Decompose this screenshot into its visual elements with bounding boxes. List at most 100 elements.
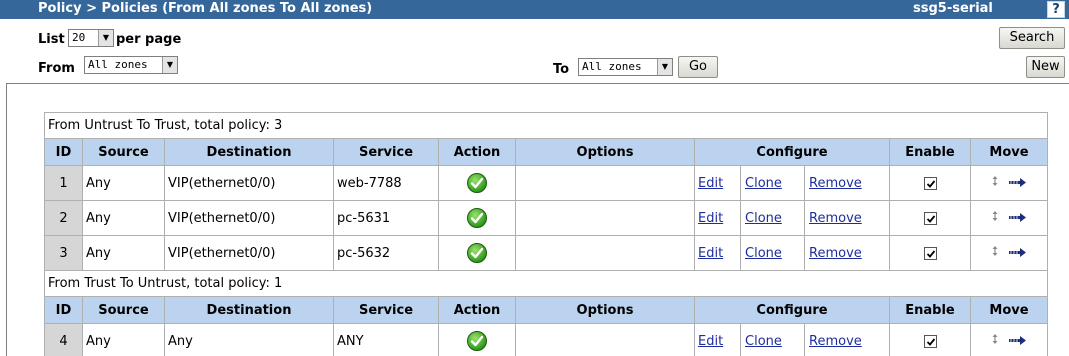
policy-configure: Edit Clone Remove: [694, 235, 890, 271]
clone-link[interactable]: Clone: [745, 211, 782, 226]
swap-updown-icon[interactable]: [991, 175, 999, 191]
policy-move: [970, 235, 1048, 271]
enable-checkbox[interactable]: [923, 334, 937, 348]
policy-configure: Edit Clone Remove: [694, 165, 890, 201]
policy-enable: [889, 165, 971, 201]
from-label: From: [38, 61, 75, 76]
policy-move: [970, 323, 1048, 356]
policy-source: Any: [82, 235, 165, 271]
policy-action: [438, 235, 516, 271]
policy-row: 4 Any Any ANY Edit Clone Remove: [44, 323, 1048, 356]
move-right-arrow-icon[interactable]: [1009, 334, 1027, 349]
group-heading-row: From Trust To Untrust, total policy: 1: [44, 270, 1048, 297]
group-heading: From Trust To Untrust, total policy: 1: [44, 270, 1048, 297]
policy-row: 1 Any VIP(ethernet0/0) web-7788 Edit Clo…: [44, 165, 1048, 201]
enable-checkbox[interactable]: [923, 246, 937, 260]
column-header-options: Options: [515, 138, 695, 166]
swap-updown-icon[interactable]: [991, 333, 999, 349]
policy-enable: [889, 323, 971, 356]
move-right-arrow-icon[interactable]: [1009, 176, 1027, 191]
policy-options: [515, 200, 695, 236]
enable-checkbox[interactable]: [923, 176, 937, 190]
page-title: Policy > Policies (From All zones To All…: [38, 1, 373, 16]
permit-check-icon: [467, 173, 487, 193]
edit-link[interactable]: Edit: [698, 246, 723, 261]
policy-action: [438, 323, 516, 356]
policy-destination: VIP(ethernet0/0): [164, 200, 334, 236]
remove-link[interactable]: Remove: [809, 176, 862, 191]
search-button[interactable]: Search: [999, 27, 1065, 49]
swap-updown-icon[interactable]: [991, 245, 999, 261]
column-header-source: Source: [82, 296, 165, 324]
policy-row: 2 Any VIP(ethernet0/0) pc-5631 Edit Clon…: [44, 200, 1048, 236]
per-page-select[interactable]: 20 ▼: [68, 29, 114, 47]
chevron-down-icon: ▼: [98, 30, 113, 46]
swap-updown-icon[interactable]: [991, 210, 999, 226]
policy-service: pc-5631: [333, 200, 439, 236]
policy-id: 4: [44, 323, 83, 356]
column-header-action: Action: [438, 296, 516, 324]
edit-link[interactable]: Edit: [698, 334, 723, 349]
policy-enable: [889, 200, 971, 236]
column-header-destination: Destination: [164, 138, 334, 166]
policy-move: [970, 200, 1048, 236]
remove-link[interactable]: Remove: [809, 246, 862, 261]
device-name: ssg5-serial: [913, 1, 993, 16]
move-right-arrow-icon[interactable]: [1009, 246, 1027, 261]
remove-link[interactable]: Remove: [809, 334, 862, 349]
permit-check-icon: [467, 331, 487, 351]
policy-enable: [889, 235, 971, 271]
column-header-destination: Destination: [164, 296, 334, 324]
move-right-arrow-icon[interactable]: [1009, 211, 1027, 226]
column-header-action: Action: [438, 138, 516, 166]
chevron-down-icon: ▼: [162, 57, 177, 73]
column-header-service: Service: [333, 138, 439, 166]
clone-link[interactable]: Clone: [745, 334, 782, 349]
policy-service: ANY: [333, 323, 439, 356]
column-header-service: Service: [333, 296, 439, 324]
policy-service: web-7788: [333, 165, 439, 201]
policy-destination: Any: [164, 323, 334, 356]
policy-configure: Edit Clone Remove: [694, 323, 890, 356]
help-icon[interactable]: ?: [1047, 1, 1065, 18]
policy-destination: VIP(ethernet0/0): [164, 165, 334, 201]
permit-check-icon: [467, 208, 487, 228]
policy-configure: Edit Clone Remove: [694, 200, 890, 236]
column-header-move: Move: [970, 296, 1048, 324]
column-header-configure: Configure: [694, 138, 890, 166]
clone-link[interactable]: Clone: [745, 176, 782, 191]
edit-link[interactable]: Edit: [698, 211, 723, 226]
group-heading: From Untrust To Trust, total policy: 3: [44, 112, 1048, 139]
policy-source: Any: [82, 165, 165, 201]
policy-destination: VIP(ethernet0/0): [164, 235, 334, 271]
per-page-value: 20: [72, 31, 86, 44]
go-button[interactable]: Go: [678, 56, 718, 78]
policy-source: Any: [82, 323, 165, 356]
title-bar: Policy > Policies (From All zones To All…: [0, 0, 1069, 19]
column-header-move: Move: [970, 138, 1048, 166]
permit-check-icon: [467, 243, 487, 263]
column-header-enable: Enable: [889, 296, 971, 324]
column-header-id: ID: [44, 296, 83, 324]
column-header-configure: Configure: [694, 296, 890, 324]
enable-checkbox[interactable]: [923, 211, 937, 225]
policy-row: 3 Any VIP(ethernet0/0) pc-5632 Edit Clon…: [44, 235, 1048, 271]
remove-link[interactable]: Remove: [809, 211, 862, 226]
to-zone-select[interactable]: All zones ▼: [578, 58, 673, 76]
column-header-row: ID Source Destination Service Action Options C…: [44, 138, 1048, 166]
policy-source: Any: [82, 200, 165, 236]
column-header-source: Source: [82, 138, 165, 166]
policy-id: 3: [44, 235, 83, 271]
column-header-id: ID: [44, 138, 83, 166]
edit-link[interactable]: Edit: [698, 176, 723, 191]
clone-link[interactable]: Clone: [745, 246, 782, 261]
per-page-label: per page: [116, 32, 182, 47]
policy-options: [515, 323, 695, 356]
to-label: To: [553, 62, 570, 77]
new-button[interactable]: New: [1026, 56, 1065, 78]
column-header-row: ID Source Destination Service Action Options C…: [44, 296, 1048, 324]
policy-id: 2: [44, 200, 83, 236]
from-zone-select[interactable]: All zones ▼: [84, 56, 178, 74]
policy-action: [438, 200, 516, 236]
list-label: List: [38, 32, 65, 47]
